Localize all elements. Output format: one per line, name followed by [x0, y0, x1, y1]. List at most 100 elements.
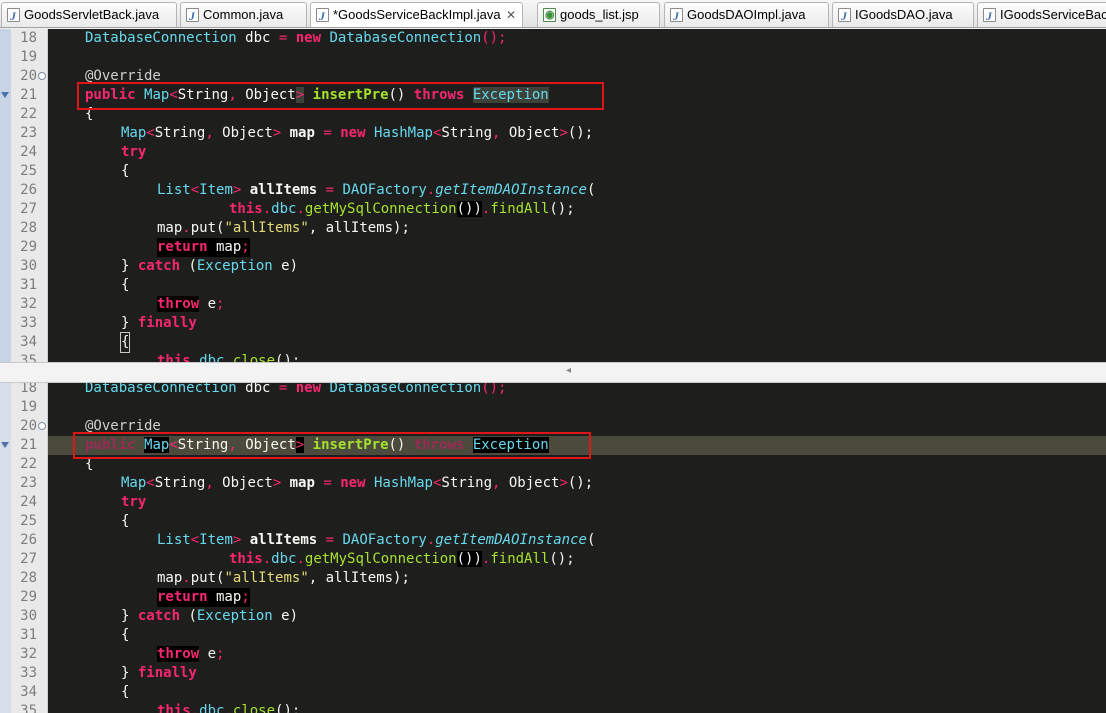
code-line: 26 List<Item> allItems = DAOFactory.getI… [0, 181, 1106, 200]
line-number: 24 [20, 494, 37, 510]
close-icon[interactable]: ✕ [506, 3, 516, 27]
code-text[interactable]: Map<String, Object> map = new HashMap<St… [121, 474, 593, 493]
tab-goods-dao-impl[interactable]: GoodsDAOImpl.java [664, 2, 829, 27]
code-text[interactable]: try [121, 143, 146, 162]
line-number: 19 [20, 399, 37, 415]
code-editor-top[interactable]: 18 DatabaseConnection dbc = new Database… [0, 29, 1106, 362]
code-line: 26 List<Item> allItems = DAOFactory.getI… [0, 531, 1106, 550]
code-text[interactable]: List<Item> allItems = DAOFactory.getItem… [157, 181, 595, 200]
tab-goods-servlet-back[interactable]: GoodsServletBack.java [1, 2, 177, 27]
line-number: 33 [20, 665, 37, 681]
tab-igoods-service-back[interactable]: IGoodsServiceBac [977, 2, 1106, 27]
line-number: 35 [20, 353, 37, 362]
code-text[interactable]: map.put("allItems", allItems); [157, 569, 410, 588]
line-number: 30 [20, 608, 37, 624]
line-number: 33 [20, 315, 37, 331]
code-line: 23 Map<String, Object> map = new HashMap… [0, 124, 1106, 143]
line-number: 29 [20, 239, 37, 255]
java-file-icon [983, 4, 996, 27]
code-text[interactable]: map.put("allItems", allItems); [157, 219, 410, 238]
tab-common[interactable]: Common.java [180, 2, 307, 27]
code-text[interactable]: } finally [121, 664, 197, 683]
code-text[interactable]: { [121, 512, 129, 531]
code-line: 34 { [0, 332, 1106, 353]
tab-goods-service-back-impl[interactable]: *GoodsServiceBackImpl.java ✕ [310, 2, 523, 27]
code-line: 35 this.dbc.close(); [0, 352, 1106, 362]
code-text[interactable]: { [85, 105, 93, 124]
line-number: 29 [20, 589, 37, 605]
editor-tab-bar: GoodsServletBack.java Common.java *Goods… [0, 0, 1106, 28]
code-text[interactable]: throw e; [157, 295, 224, 314]
java-file-icon [838, 4, 851, 27]
java-file-icon [670, 4, 683, 27]
code-text[interactable]: this.dbc.getMySqlConnection()).findAll()… [229, 550, 575, 569]
code-text[interactable]: List<Item> allItems = DAOFactory.getItem… [157, 531, 595, 550]
code-text[interactable]: Map<String, Object> map = new HashMap<St… [121, 124, 593, 143]
code-text[interactable]: DatabaseConnection dbc = new DatabaseCon… [85, 383, 507, 398]
code-line: 19 [0, 48, 1106, 67]
line-number: 34 [20, 334, 37, 350]
line-number: 27 [20, 551, 37, 567]
code-line: 31 { [0, 626, 1106, 645]
editor-split-divider[interactable]: ◂ [0, 362, 1106, 383]
code-text[interactable]: this.dbc.close(); [157, 702, 300, 713]
code-text[interactable]: { [121, 683, 129, 702]
tab-igoods-dao[interactable]: IGoodsDAO.java [832, 2, 974, 27]
code-text[interactable]: public Map<String, Object> insertPre() t… [85, 436, 549, 455]
jsp-file-icon [543, 3, 556, 27]
line-number: 23 [20, 475, 37, 491]
code-line: 24 try [0, 143, 1106, 162]
code-text[interactable]: try [121, 493, 146, 512]
code-text[interactable]: } finally [121, 314, 197, 333]
code-line: 34 { [0, 683, 1106, 702]
code-line: 19 [0, 398, 1106, 417]
code-text[interactable]: { [119, 332, 131, 353]
line-number: 21 [20, 87, 37, 103]
line-number: 30 [20, 258, 37, 274]
code-text[interactable]: @Override [85, 67, 161, 86]
code-text[interactable]: { [121, 626, 129, 645]
tab-label: IGoodsDAO.java [855, 7, 953, 22]
code-line: 22 { [0, 455, 1106, 474]
code-line: 20 @Override [0, 67, 1106, 86]
code-line: 29 return map; [0, 238, 1106, 257]
code-text[interactable]: this.dbc.getMySqlConnection()).findAll()… [229, 200, 575, 219]
tab-label: IGoodsServiceBac [1000, 7, 1106, 22]
fold-collapse-icon[interactable] [38, 72, 46, 80]
code-line: 32 throw e; [0, 645, 1106, 664]
code-text[interactable]: public Map<String, Object> insertPre() t… [85, 86, 549, 105]
code-line: 27 this.dbc.getMySqlConnection()).findAl… [0, 550, 1106, 569]
code-editor-bottom[interactable]: 18 DatabaseConnection dbc = new Database… [0, 383, 1106, 713]
code-text[interactable]: @Override [85, 417, 161, 436]
code-text[interactable]: { [121, 162, 129, 181]
tab-label: Common.java [203, 7, 284, 22]
code-text[interactable]: { [85, 455, 93, 474]
tab-label: GoodsServletBack.java [24, 7, 160, 22]
code-line: 29 return map; [0, 588, 1106, 607]
code-line: 21 public Map<String, Object> insertPre(… [0, 86, 1106, 105]
code-text[interactable]: } catch (Exception e) [121, 257, 298, 276]
code-line: 35 this.dbc.close(); [0, 702, 1106, 713]
code-text[interactable]: { [121, 276, 129, 295]
line-number: 20 [20, 418, 37, 434]
tab-goods-list-jsp[interactable]: goods_list.jsp [537, 2, 660, 27]
code-line: 32 throw e; [0, 295, 1106, 314]
line-number: 18 [20, 383, 37, 396]
tab-label: goods_list.jsp [560, 7, 639, 22]
override-marker-icon[interactable] [1, 92, 9, 98]
code-text[interactable]: return map; [157, 588, 250, 607]
code-text[interactable]: return map; [157, 238, 250, 257]
line-number: 19 [20, 49, 37, 65]
tab-label: *GoodsServiceBackImpl.java [333, 7, 501, 22]
code-line: 30 } catch (Exception e) [0, 257, 1106, 276]
line-number: 23 [20, 125, 37, 141]
fold-collapse-icon[interactable] [38, 422, 46, 430]
code-text[interactable]: } catch (Exception e) [121, 607, 298, 626]
code-text[interactable]: this.dbc.close(); [157, 352, 300, 362]
java-file-icon [7, 4, 20, 27]
line-number: 26 [20, 182, 37, 198]
code-line: 25 { [0, 162, 1106, 181]
code-text[interactable]: DatabaseConnection dbc = new DatabaseCon… [85, 29, 507, 48]
override-marker-icon[interactable] [1, 442, 9, 448]
code-text[interactable]: throw e; [157, 645, 224, 664]
